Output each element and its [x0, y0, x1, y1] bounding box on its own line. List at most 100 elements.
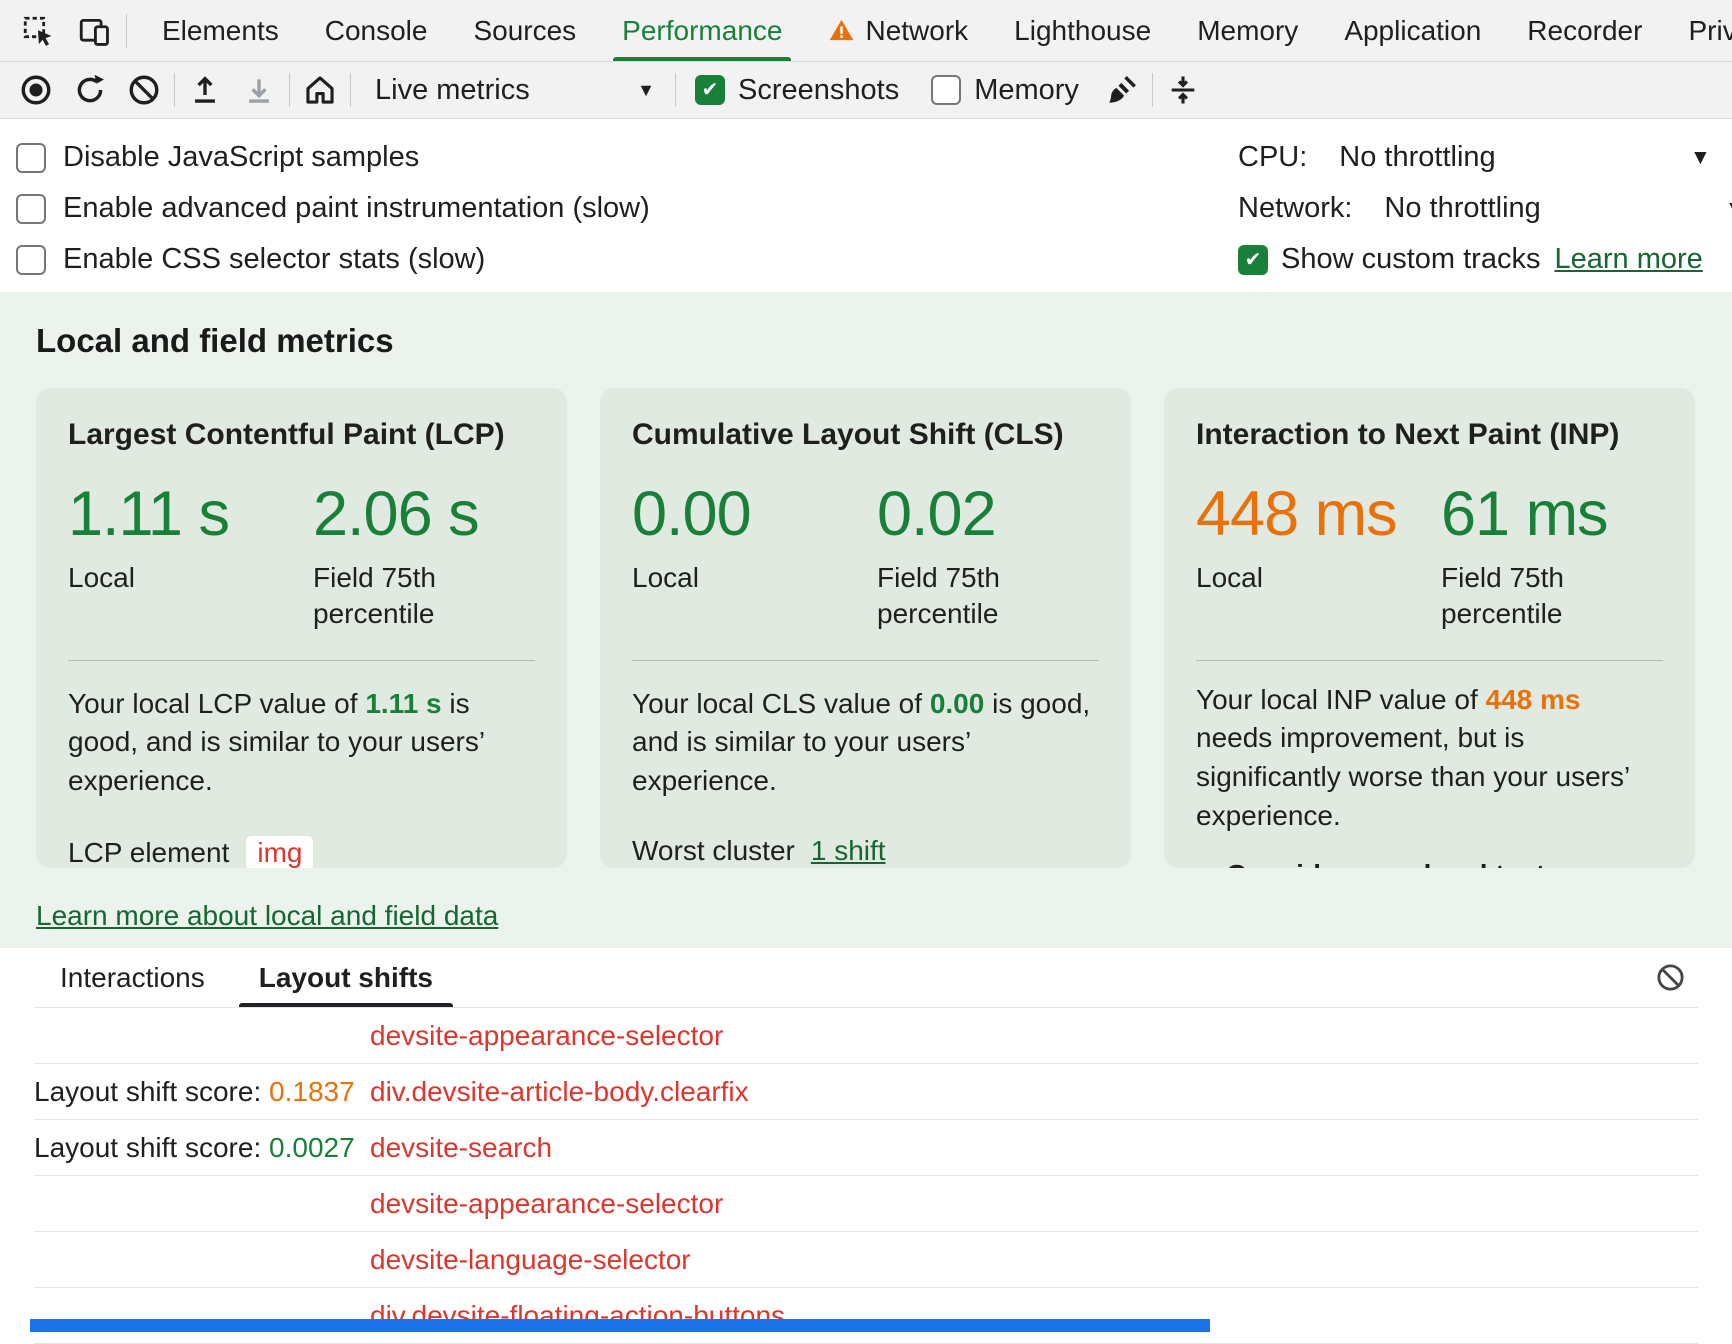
inp-card-title: Interaction to Next Paint (INP): [1196, 418, 1663, 452]
divider: [126, 14, 127, 48]
lcp-element-node-link[interactable]: img: [245, 835, 314, 868]
download-icon: [242, 73, 276, 107]
collect-garbage-button[interactable]: [1098, 67, 1146, 113]
lcp-card-title: Largest Contentful Paint (LCP): [68, 418, 535, 452]
tab-lighthouse[interactable]: Lighthouse: [991, 0, 1174, 61]
tab-application[interactable]: Application: [1321, 0, 1504, 61]
upload-icon: [188, 73, 222, 107]
broom-icon: [1105, 73, 1139, 107]
layout-shift-row[interactable]: Layout shift score: 0.1837 div.devsite-a…: [34, 1064, 1698, 1120]
shifted-element-link[interactable]: devsite-appearance-selector: [370, 1188, 723, 1220]
worst-cluster-label: Worst cluster: [632, 835, 795, 867]
tab-network[interactable]: Network: [805, 0, 991, 61]
device-toolbar-icon: [77, 14, 111, 48]
panel-tabs: Elements Console Sources Performance Net…: [139, 0, 1732, 61]
checkbox-unchecked-icon: [931, 75, 961, 105]
local-field-data-learn-more-link[interactable]: Learn more about local and field data: [36, 900, 498, 931]
layout-shift-row[interactable]: Layout shift score: 0.0027 devsite-searc…: [34, 1120, 1698, 1176]
inp-field-value: 61 ms: [1441, 478, 1663, 550]
collapse-button[interactable]: [1159, 67, 1207, 113]
custom-tracks-learn-more-link[interactable]: Learn more: [1554, 243, 1702, 276]
lcp-field-value: 2.06 s: [313, 478, 535, 550]
tab-elements[interactable]: Elements: [139, 0, 302, 61]
checkbox-checked-icon: ✔: [695, 75, 725, 105]
tab-recorder[interactable]: Recorder: [1504, 0, 1665, 61]
devtools-tab-bar: Elements Console Sources Performance Net…: [0, 0, 1732, 62]
shifted-element-link[interactable]: devsite-language-selector: [370, 1244, 691, 1276]
selection-scrollbar[interactable]: [30, 1319, 1210, 1332]
tab-privacy-sandbox[interactable]: Privacy Sand: [1665, 0, 1732, 61]
live-metrics-logs: Interactions Layout shifts devsite-appea…: [0, 948, 1732, 1344]
clear-button[interactable]: [120, 67, 168, 113]
block-icon: [127, 73, 161, 107]
shifted-element-link[interactable]: devsite-search: [370, 1132, 552, 1164]
lcp-field-label: Field 75th percentile: [313, 560, 503, 632]
layout-shift-row[interactable]: devsite-language-selector: [34, 1232, 1698, 1288]
warning-icon: [828, 17, 855, 44]
shifted-element-link[interactable]: devsite-appearance-selector: [370, 1020, 723, 1052]
divider: [68, 660, 535, 661]
inp-field-label: Field 75th percentile: [1441, 560, 1631, 632]
memory-checkbox[interactable]: Memory: [918, 74, 1092, 107]
cpu-throttling-select[interactable]: CPU: No throttling ▼: [1238, 132, 1732, 183]
inp-local-value: 448 ms: [1196, 478, 1441, 550]
live-metrics-dropdown[interactable]: Live metrics ▼: [357, 67, 669, 113]
tab-performance[interactable]: Performance: [599, 0, 805, 61]
divider: [1196, 660, 1663, 661]
screenshots-checkbox[interactable]: ✔ Screenshots: [682, 74, 912, 107]
worst-cluster-link[interactable]: 1 shift: [811, 835, 886, 867]
divider: [289, 73, 290, 107]
checkbox-unchecked-icon: [16, 194, 46, 224]
network-throttling-select[interactable]: Network: No throttling ▼: [1238, 183, 1732, 234]
shifted-element-link[interactable]: div.devsite-article-body.clearfix: [370, 1076, 749, 1108]
inp-description: Your local INP value of 448 ms needs imp…: [1196, 681, 1663, 836]
record-button[interactable]: [12, 67, 60, 113]
tab-console[interactable]: Console: [302, 0, 451, 61]
layout-shift-row[interactable]: devsite-appearance-selector: [34, 1176, 1698, 1232]
divider: [174, 73, 175, 107]
performance-toolbar: Live metrics ▼ ✔ Screenshots Memory: [0, 62, 1732, 119]
layout-shift-row[interactable]: devsite-appearance-selector: [34, 1008, 1698, 1064]
toggle-device-toolbar-button[interactable]: [70, 8, 118, 54]
tab-interactions[interactable]: Interactions: [56, 948, 209, 1007]
divider: [350, 73, 351, 107]
save-profile-button[interactable]: [235, 67, 283, 113]
local-test-conditions-disclosure[interactable]: ▶ Consider your local test conditions: [1196, 859, 1663, 868]
block-icon: [1655, 962, 1686, 993]
tab-sources[interactable]: Sources: [450, 0, 599, 61]
inp-card: Interaction to Next Paint (INP) 448 ms L…: [1164, 388, 1695, 868]
cls-field-label: Field 75th percentile: [877, 560, 1067, 632]
logs-tab-bar: Interactions Layout shifts: [34, 948, 1698, 1008]
cls-local-label: Local: [632, 560, 822, 596]
show-custom-tracks-checkbox[interactable]: ✔ Show custom tracks: [1238, 243, 1540, 276]
capture-settings: Disable JavaScript samples Enable advanc…: [0, 119, 1732, 292]
metric-cards: Largest Contentful Paint (LCP) 1.11 s Lo…: [36, 388, 1696, 868]
lcp-local-value: 1.11 s: [68, 478, 313, 550]
inspect-element-button[interactable]: [14, 8, 62, 54]
shift-score-value: 0.1837: [269, 1076, 355, 1107]
load-profile-button[interactable]: [181, 67, 229, 113]
checkbox-checked-icon: ✔: [1238, 245, 1268, 275]
clear-log-button[interactable]: [1646, 955, 1694, 1001]
tab-layout-shifts[interactable]: Layout shifts: [255, 948, 437, 1007]
tab-bar-left-icons: [0, 0, 139, 61]
cls-card: Cumulative Layout Shift (CLS) 0.00 Local…: [600, 388, 1131, 868]
tab-memory[interactable]: Memory: [1174, 0, 1321, 61]
cls-field-value: 0.02: [877, 478, 1099, 550]
chevron-down-icon: ▼: [637, 80, 655, 101]
lcp-element-label: LCP element: [68, 837, 229, 868]
throttling-settings: CPU: No throttling ▼ Network: No throttl…: [1238, 132, 1732, 285]
checkbox-unchecked-icon: [16, 245, 46, 275]
layout-shift-row[interactable]: div.devsite-floating-action-buttons: [34, 1288, 1698, 1344]
section-heading: Local and field metrics: [36, 322, 1696, 360]
divider: [1152, 73, 1153, 107]
lcp-card: Largest Contentful Paint (LCP) 1.11 s Lo…: [36, 388, 567, 868]
record-and-reload-button[interactable]: [66, 67, 114, 113]
cls-description: Your local CLS value of 0.00 is good, an…: [632, 685, 1099, 801]
cls-local-value: 0.00: [632, 478, 877, 550]
chevron-down-icon: ▼: [1725, 197, 1732, 221]
home-button[interactable]: [296, 67, 344, 113]
checkbox-unchecked-icon: [16, 143, 46, 173]
divider: [675, 73, 676, 107]
divider: [632, 660, 1099, 661]
